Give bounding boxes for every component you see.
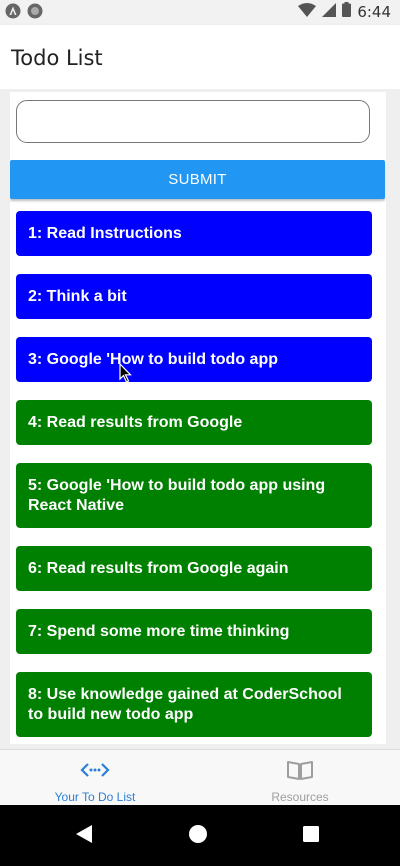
todo-item[interactable]: 2: Think a bit [16, 274, 372, 319]
battery-icon [342, 2, 352, 21]
system-navigation-bar [0, 805, 400, 866]
status-time: 6:44 [357, 2, 391, 21]
back-icon[interactable] [74, 823, 94, 849]
todo-item[interactable]: 1: Read Instructions [16, 211, 372, 256]
status-bar: 6:44 [0, 0, 400, 25]
submit-button[interactable]: SUBMIT [10, 160, 385, 199]
todo-item[interactable]: 7: Spend some more time thinking [16, 609, 372, 654]
todo-item[interactable]: 8: Use knowledge gained at CoderSchool t… [16, 672, 372, 737]
tab-label: Resources [271, 790, 329, 804]
record-icon [27, 3, 43, 23]
todo-item[interactable]: 5: Google 'How to build todo app using R… [16, 463, 372, 528]
todo-input[interactable] [16, 100, 370, 143]
bottom-tab-bar: Your To Do List Resources [0, 749, 400, 805]
wifi-icon [298, 2, 317, 21]
app-bar: Todo List [0, 25, 400, 89]
todo-item[interactable]: 6: Read results from Google again [16, 546, 372, 591]
book-icon [286, 759, 314, 785]
mouse-cursor-icon [119, 362, 132, 387]
todo-item[interactable]: 4: Read results from Google [16, 400, 372, 445]
tab-resources[interactable]: Resources [200, 750, 400, 806]
code-icon [79, 759, 111, 785]
tab-your-to-do-list[interactable]: Your To Do List [0, 750, 195, 806]
todo-content: SUBMIT 1: Read Instructions 2: Think a b… [10, 92, 386, 744]
tab-label: Your To Do List [54, 790, 136, 804]
android-app-icon [5, 3, 21, 23]
page-title: Todo List [11, 46, 103, 70]
home-icon[interactable] [187, 823, 209, 849]
signal-icon [322, 2, 337, 21]
todo-item[interactable]: 3: Google 'How to build todo app [16, 337, 372, 382]
recents-icon[interactable] [302, 825, 320, 847]
